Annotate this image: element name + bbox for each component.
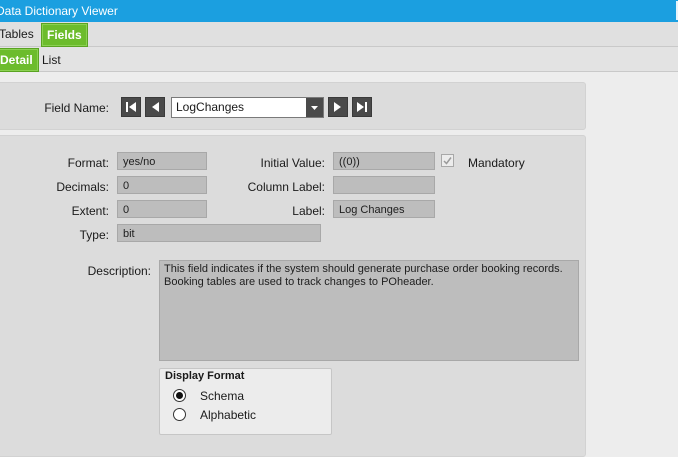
schema-radio-label: Schema (200, 389, 245, 403)
column-label-field[interactable] (333, 176, 435, 194)
skip-last-icon (357, 102, 367, 112)
field-name-value: LogChanges (176, 100, 245, 114)
type-label: Type: (79, 228, 109, 242)
tab-list[interactable]: List (42, 49, 61, 71)
initial-value-label: Initial Value: (260, 156, 325, 170)
format-label: Format: (67, 156, 109, 170)
window-title-bar: Data Dictionary Viewer (0, 0, 678, 22)
field-name-label: Field Name: (44, 101, 109, 115)
extent-label: Extent: (71, 204, 109, 218)
tab-detail[interactable]: Detail (0, 48, 39, 72)
mandatory-label: Mandatory (468, 156, 525, 170)
next-icon (334, 102, 341, 112)
mandatory-checkbox[interactable] (441, 154, 454, 167)
decimals-field[interactable]: 0 (117, 176, 207, 194)
schema-radio[interactable] (173, 389, 186, 402)
display-format-title: Display Format (165, 370, 245, 382)
decimals-label: Decimals: (56, 180, 109, 194)
type-field[interactable]: bit (117, 224, 321, 242)
last-record-button[interactable] (352, 97, 372, 117)
top-tab-bar: Tables Fields (0, 22, 678, 47)
tab-fields[interactable]: Fields (41, 23, 88, 47)
format-field[interactable]: yes/no (117, 152, 207, 170)
extent-field[interactable]: 0 (117, 200, 207, 218)
first-record-button[interactable] (121, 97, 141, 117)
label-label: Label: (292, 204, 325, 218)
label-field[interactable]: Log Changes (333, 200, 435, 218)
skip-first-icon (126, 102, 136, 112)
alphabetic-radio[interactable] (173, 408, 186, 421)
next-record-button[interactable] (328, 97, 348, 117)
column-label-label: Column Label: (247, 180, 325, 194)
alphabetic-radio-label: Alphabetic (200, 408, 257, 422)
chevron-down-icon (311, 106, 318, 110)
sub-tab-bar: Detail List (0, 47, 678, 72)
initial-value-field[interactable]: ((0)) (333, 152, 435, 170)
dropdown-button[interactable] (306, 98, 323, 117)
description-label: Description: (87, 264, 151, 278)
previous-icon (152, 102, 159, 112)
description-field[interactable]: This field indicates if the system shoul… (159, 260, 579, 361)
display-format-group: Display Format Schema Alphabetic (159, 368, 332, 435)
tab-tables[interactable]: Tables (0, 23, 34, 45)
field-name-select[interactable]: LogChanges (171, 97, 324, 118)
window-title: Data Dictionary Viewer (0, 4, 118, 18)
previous-record-button[interactable] (145, 97, 165, 117)
checkmark-icon (443, 157, 452, 165)
